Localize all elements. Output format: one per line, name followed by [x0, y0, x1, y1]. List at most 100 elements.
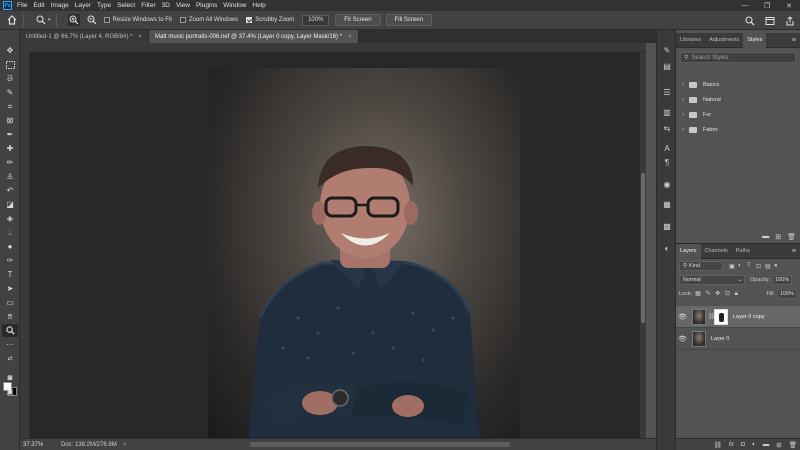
character-icon[interactable]: A: [661, 142, 673, 154]
status-menu-arrow[interactable]: >: [123, 442, 127, 448]
status-zoom-level[interactable]: 37.37%: [23, 442, 47, 448]
menu-filter[interactable]: Filter: [141, 2, 155, 9]
histogram-icon[interactable]: ▩: [661, 220, 673, 232]
close-button[interactable]: ✕: [778, 0, 800, 11]
home-icon[interactable]: [6, 14, 18, 26]
canvas-area[interactable]: [20, 43, 646, 438]
layer-mask-thumbnail[interactable]: [714, 308, 728, 325]
document-tab[interactable]: Untitled-1 @ 66.7% (Layer 4, RGB/8#) * ×: [20, 30, 149, 43]
layer-name[interactable]: Layer 0: [711, 336, 729, 342]
chevron-down-icon[interactable]: ▾: [48, 17, 51, 23]
styles-search-input[interactable]: ⚲ Search Styles: [680, 52, 796, 63]
style-group-natural[interactable]: › Natural: [676, 92, 800, 107]
menu-3d[interactable]: 3D: [162, 2, 170, 9]
navigator-icon[interactable]: ◐: [661, 242, 673, 254]
layer-row[interactable]: 👁︎ ⛓ Layer 0 copy: [676, 306, 800, 328]
menu-layer[interactable]: Layer: [75, 2, 91, 9]
adjustments-icon[interactable]: ⇆: [661, 122, 673, 134]
photoshop-logo[interactable]: Ps: [3, 1, 12, 10]
marquee-tool-icon[interactable]: [2, 58, 18, 71]
resize-windows-checkbox[interactable]: Resize Windows to Fit: [103, 17, 172, 23]
lasso-tool-icon[interactable]: ᘐ: [2, 72, 18, 85]
tab-layers[interactable]: Layers: [676, 243, 701, 259]
layer-kind-filter[interactable]: ⚲ Kind: [679, 261, 723, 271]
new-group-icon[interactable]: ▬: [762, 233, 769, 240]
screen-mode-icon[interactable]: ▣: [2, 385, 18, 398]
checkbox-box-checked[interactable]: [246, 17, 253, 23]
tab-adjustments[interactable]: Adjustments: [705, 33, 743, 48]
dodge-tool-icon[interactable]: ●: [2, 240, 18, 253]
type-filter-icon[interactable]: T: [747, 263, 756, 270]
menu-type[interactable]: Type: [97, 2, 111, 9]
share-icon[interactable]: [784, 15, 796, 27]
crop-tool-icon[interactable]: ⌗: [2, 100, 18, 113]
comments-icon[interactable]: ▤: [661, 60, 673, 72]
layer-row[interactable]: 👁︎ Layer 0: [676, 328, 800, 350]
fx-icon[interactable]: fx: [729, 441, 734, 448]
horizontal-scrollbar-thumb[interactable]: [250, 442, 510, 447]
eraser-tool-icon[interactable]: ◪: [2, 198, 18, 211]
new-style-icon[interactable]: ⊞: [775, 233, 781, 241]
clone-stamp-tool-icon[interactable]: ♙: [2, 170, 18, 183]
magic-wand-tool-icon[interactable]: ✎: [2, 86, 18, 99]
properties-icon[interactable]: ☰: [661, 86, 673, 98]
lock-position-icon[interactable]: ✥: [715, 291, 720, 297]
lock-pixels-icon[interactable]: ✎: [706, 291, 711, 297]
minimize-button[interactable]: —: [734, 0, 756, 11]
shape-tool-icon[interactable]: ▭: [2, 296, 18, 309]
visibility-eye-icon[interactable]: 👁︎: [676, 313, 689, 321]
brush-tool-icon[interactable]: ✏: [2, 156, 18, 169]
checkbox-box[interactable]: [103, 17, 110, 23]
new-layer-icon[interactable]: ⊞: [776, 441, 781, 449]
horizontal-ruler[interactable]: [30, 43, 646, 53]
menu-view[interactable]: View: [176, 2, 190, 9]
healing-brush-tool-icon[interactable]: ✚: [2, 142, 18, 155]
workspace-icon[interactable]: [764, 15, 776, 27]
zoom-in-icon[interactable]: [67, 14, 80, 26]
path-selection-tool-icon[interactable]: ➤: [2, 282, 18, 295]
adjustment-icon[interactable]: ◐: [752, 441, 756, 448]
style-group-fabric[interactable]: › Fabric: [676, 122, 800, 137]
eyedropper-tool-icon[interactable]: ✒: [2, 128, 18, 141]
fit-screen-button[interactable]: Fit Screen: [335, 14, 381, 26]
document-photo[interactable]: [208, 68, 520, 438]
menu-help[interactable]: Help: [252, 2, 265, 9]
zoom-tool-active-icon[interactable]: [2, 324, 18, 337]
style-group-fur[interactable]: › Fur: [676, 107, 800, 122]
layer-thumbnail[interactable]: [692, 308, 706, 325]
document-tab-active[interactable]: Matt music portraits-006.nef @ 37.4% (La…: [149, 30, 359, 43]
lock-all-icon[interactable]: 🔒︎: [735, 291, 738, 297]
style-group-basics[interactable]: › Basics: [676, 77, 800, 92]
blend-mode-select[interactable]: Normal ⌄: [679, 275, 745, 285]
quick-mask-icon[interactable]: ◙: [2, 371, 18, 384]
group-icon[interactable]: ▬: [763, 441, 770, 448]
trash-icon[interactable]: 🗑︎: [789, 441, 797, 449]
zoom-tool-icon[interactable]: [35, 14, 47, 26]
menu-select[interactable]: Select: [117, 2, 135, 9]
menu-file[interactable]: File: [17, 2, 27, 9]
lock-transparency-icon[interactable]: ▦: [695, 291, 701, 297]
lock-artboard-icon[interactable]: ⊡: [725, 291, 730, 297]
menu-plugins[interactable]: Plugins: [196, 2, 217, 9]
search-icon[interactable]: [744, 15, 756, 27]
filter-toggle-icon[interactable]: ●: [774, 263, 783, 270]
menu-window[interactable]: Window: [223, 2, 246, 9]
layer-thumbnail[interactable]: [692, 330, 706, 347]
zoom-out-icon[interactable]: [86, 14, 98, 26]
info-icon[interactable]: ◉: [661, 178, 673, 190]
tab-channels[interactable]: Channels: [701, 244, 732, 259]
chevron-right-icon[interactable]: ›: [682, 127, 689, 133]
fill-input[interactable]: 100%: [777, 289, 797, 299]
paint-bucket-tool-icon[interactable]: ◈: [2, 212, 18, 225]
hand-tool-icon[interactable]: ✋︎: [2, 310, 18, 323]
vertical-scrollbar-thumb[interactable]: [641, 173, 645, 323]
vertical-ruler[interactable]: [20, 53, 30, 438]
close-icon[interactable]: ×: [138, 34, 142, 40]
link-icon[interactable]: ⛓: [714, 441, 722, 449]
more-tools-icon[interactable]: ···: [2, 338, 18, 351]
learn-icon[interactable]: ✎: [661, 44, 673, 56]
tab-libraries[interactable]: Libraries: [676, 33, 705, 48]
pen-tool-icon[interactable]: ✑: [2, 254, 18, 267]
zoom-value-field[interactable]: 100%: [302, 14, 330, 26]
menu-image[interactable]: Image: [51, 2, 69, 9]
